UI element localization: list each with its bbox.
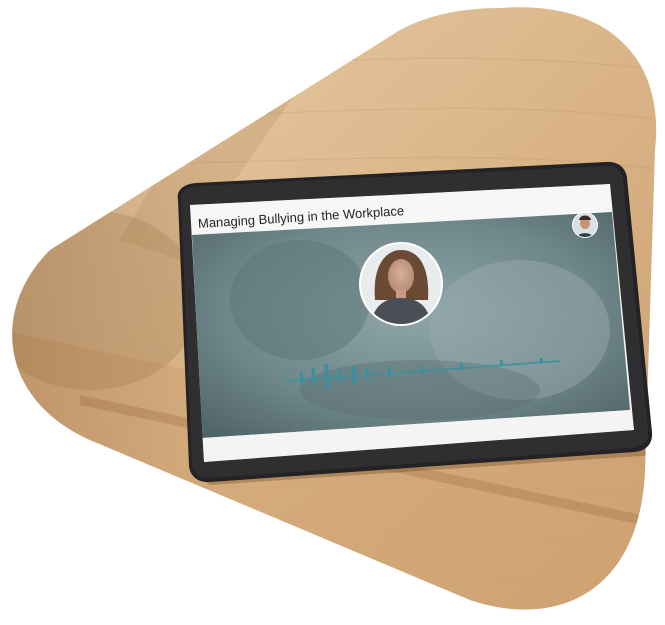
- photo-scene: [12, 7, 657, 610]
